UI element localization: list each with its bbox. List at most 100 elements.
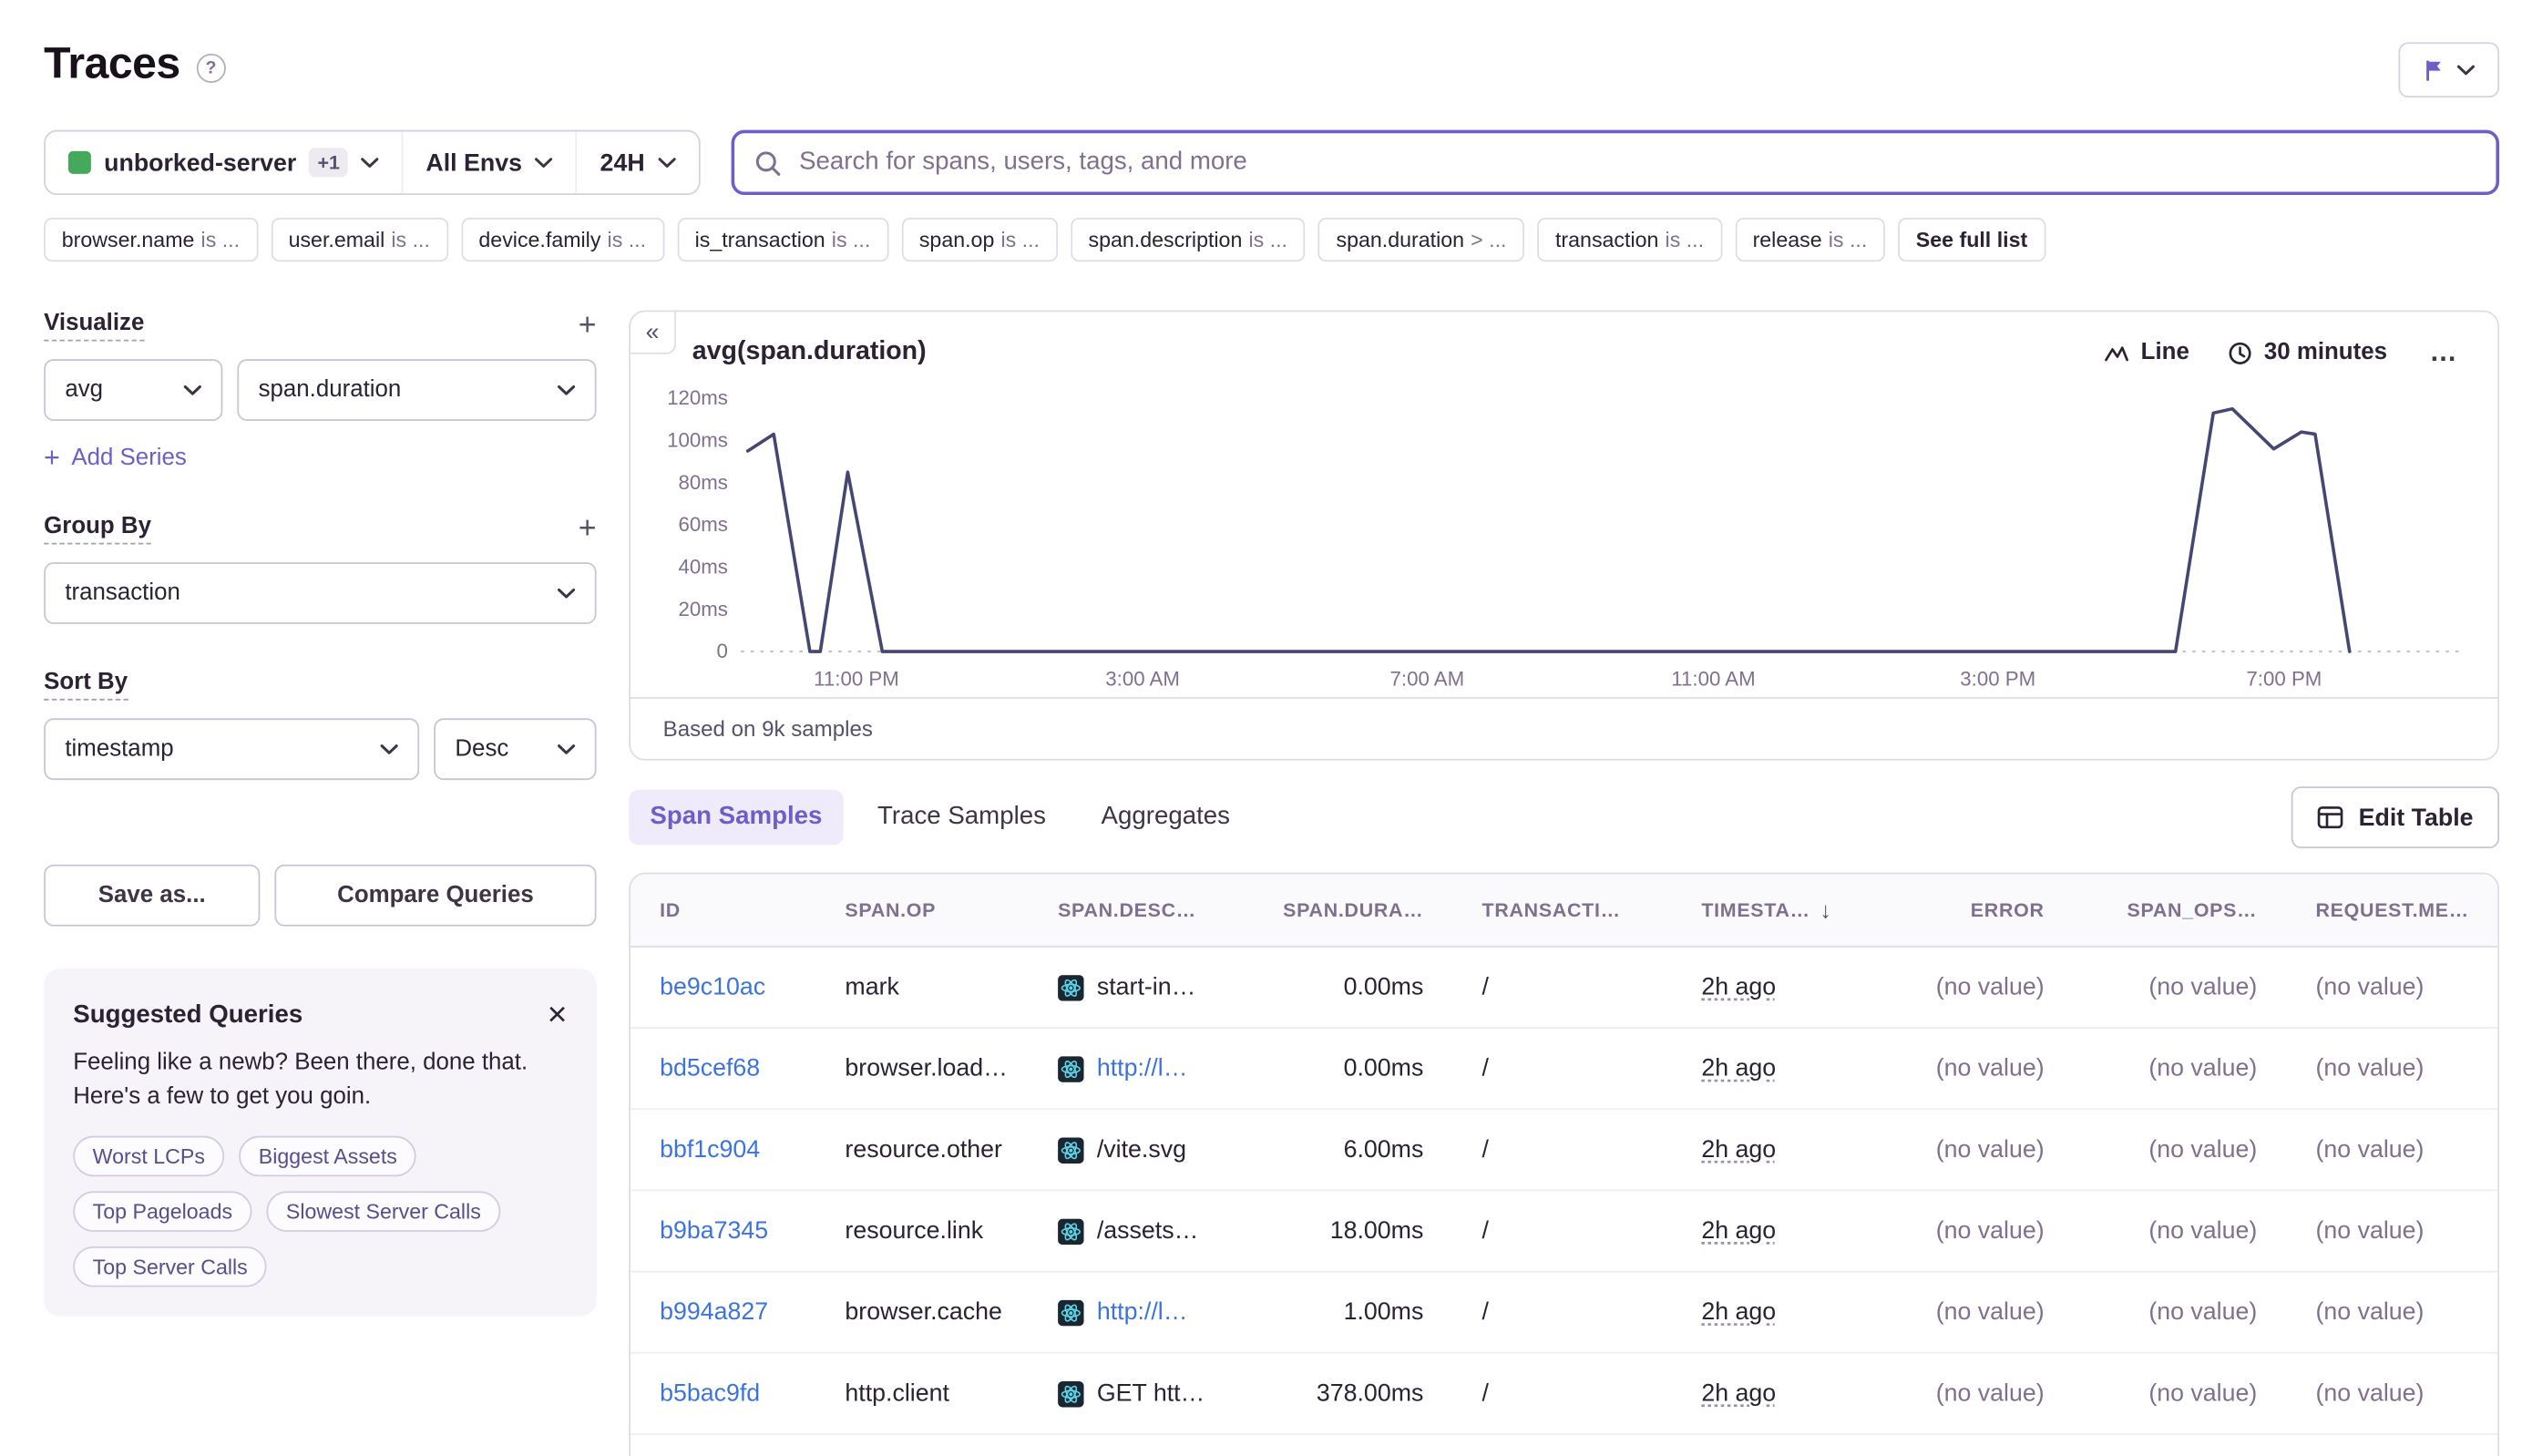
column-header-duration[interactable]: SPAN.DURA…: [1240, 875, 1453, 946]
filter-chip-condition: is ...: [608, 228, 647, 252]
cell-duration: 378.00ms: [1240, 1354, 1453, 1433]
filter-chip[interactable]: span.duration> ...: [1318, 218, 1524, 261]
close-icon[interactable]: ×: [548, 998, 568, 1031]
page-title: Traces: [44, 39, 179, 89]
see-full-list-button[interactable]: See full list: [1898, 218, 2045, 261]
chart-area: 120ms100ms80ms60ms40ms20ms011:00 PM3:00 …: [630, 372, 2497, 697]
project-more-badge: +1: [310, 148, 348, 177]
no-value: (no value): [1936, 1298, 2045, 1326]
no-value: (no value): [1936, 1136, 2045, 1164]
tab-aggregates[interactable]: Aggregates: [1080, 790, 1251, 846]
span-description-link[interactable]: http://l…: [1097, 1298, 1188, 1326]
transaction-value: /: [1482, 1217, 1489, 1245]
filter-chip[interactable]: device.familyis ...: [461, 218, 664, 261]
suggested-queries-chips: Worst LCPs Biggest Assets Top Pageloads Slo…: [73, 1136, 567, 1287]
cell-transaction: /: [1452, 1435, 1672, 1456]
suggested-queries-body: Feeling like a newb? Been there, done th…: [73, 1047, 567, 1115]
op-value: resource.other: [845, 1136, 1001, 1164]
column-header-error[interactable]: ERROR: [1862, 875, 2074, 946]
aggregate-select[interactable]: avg: [44, 359, 222, 421]
date-range-selector[interactable]: 24H: [576, 131, 699, 193]
tab-trace-samples[interactable]: Trace Samples: [856, 790, 1067, 846]
column-header-span_ops[interactable]: SPAN_OPS…: [2074, 875, 2287, 946]
span-id-link[interactable]: b9ba7345: [660, 1217, 768, 1245]
timestamp-value: 2h ago: [1701, 1379, 1776, 1407]
cell-span_ops: (no value): [2074, 1435, 2287, 1456]
app-root: Traces ? unborked-server +1: [0, 0, 2522, 1456]
table-body: be9c10acmarkstart-in…0.00ms/2h ago(no va…: [630, 948, 2497, 1456]
no-value: (no value): [2316, 1217, 2425, 1245]
filter-chip[interactable]: is_transactionis ...: [677, 218, 888, 261]
column-header-transaction[interactable]: TRANSACTI…: [1452, 875, 1672, 946]
span-id-link[interactable]: b5bac9fd: [660, 1379, 760, 1407]
filter-chip[interactable]: transactionis ...: [1537, 218, 1721, 261]
add-group-by-button[interactable]: +: [579, 514, 597, 545]
interval-button[interactable]: 30 minutes: [2219, 333, 2397, 373]
filter-chip-condition: is ...: [391, 228, 430, 252]
chart-title: avg(span.duration): [692, 338, 927, 367]
cell-transaction: /: [1452, 1029, 1672, 1108]
y-tick-label: 20ms: [678, 598, 727, 620]
cell-request: (no value): [2286, 948, 2497, 1027]
cell-id: b5bac9fd: [630, 1354, 815, 1433]
environment-selector[interactable]: All Envs: [402, 131, 576, 193]
span-id-link[interactable]: b994a827: [660, 1298, 768, 1326]
table-row: be9c10acmarkstart-in…0.00ms/2h ago(no va…: [630, 948, 2497, 1029]
help-icon[interactable]: ?: [196, 53, 225, 82]
span-id-link[interactable]: bbf1c904: [660, 1136, 760, 1164]
cell-id: b994a827: [630, 1272, 815, 1351]
table-row: bbf1c904resource.other/vite.svg6.00ms/2h…: [630, 1110, 2497, 1191]
aggregate-field-select[interactable]: span.duration: [237, 359, 596, 421]
span-id-link[interactable]: bd5cef68: [660, 1054, 760, 1082]
span-id-link[interactable]: be9c10ac: [660, 973, 765, 1000]
suggested-query-chip[interactable]: Top Pageloads: [73, 1191, 251, 1232]
chart-type-button[interactable]: Line: [2096, 333, 2199, 373]
cell-timestamp: 2h ago: [1672, 1272, 1862, 1351]
y-tick-label: 40ms: [678, 556, 727, 579]
series-line: [748, 409, 2350, 651]
save-as-button[interactable]: Save as...: [44, 865, 260, 927]
saved-queries-button[interactable]: [2398, 42, 2499, 97]
chevron-down-icon: [361, 157, 379, 168]
column-header-request[interactable]: REQUEST.ME…: [2286, 875, 2497, 946]
chevron-down-icon: [658, 157, 676, 168]
group-by-select[interactable]: transaction: [44, 562, 596, 624]
chart-menu-button[interactable]: …: [2416, 336, 2472, 369]
filter-chip[interactable]: span.descriptionis ...: [1071, 218, 1306, 261]
column-header-desc[interactable]: SPAN.DESC…: [1029, 875, 1240, 946]
sort-direction-select[interactable]: Desc: [434, 718, 596, 780]
cell-op: resource.other: [815, 1110, 1029, 1189]
project-selector[interactable]: unborked-server +1: [46, 131, 402, 193]
column-header-op[interactable]: SPAN.OP: [815, 875, 1029, 946]
timestamp-value: 2h ago: [1701, 1136, 1776, 1164]
edit-table-button[interactable]: Edit Table: [2292, 786, 2500, 848]
column-header-id[interactable]: ID: [630, 875, 815, 946]
favicon: [1058, 1380, 1084, 1407]
filter-chip[interactable]: browser.nameis ...: [44, 218, 258, 261]
add-visualize-button[interactable]: +: [579, 311, 597, 342]
cell-id: b9ba7345: [630, 1191, 815, 1270]
filter-chip[interactable]: releaseis ...: [1735, 218, 1885, 261]
search-input[interactable]: [796, 147, 2477, 179]
sort-field-select[interactable]: timestamp: [44, 718, 419, 780]
cell-duration: 18.00ms: [1240, 1191, 1453, 1270]
add-series-button[interactable]: + Add Series: [44, 444, 187, 471]
column-header-timestamp[interactable]: TIMESTA…↓: [1672, 875, 1862, 946]
cell-id: b41bfb26: [630, 1435, 815, 1456]
collapse-sidebar-button[interactable]: «: [630, 312, 676, 354]
cell-span_ops: (no value): [2074, 1354, 2287, 1433]
interval-label: 30 minutes: [2264, 340, 2387, 366]
chevron-down-icon: [2457, 64, 2476, 75]
suggested-query-chip[interactable]: Worst LCPs: [73, 1136, 224, 1177]
filter-chip[interactable]: user.emailis ...: [271, 218, 448, 261]
suggested-query-chip[interactable]: Slowest Server Calls: [267, 1191, 501, 1232]
cell-error: (no value): [1862, 1191, 2074, 1270]
filter-chip[interactable]: span.opis ...: [901, 218, 1057, 261]
span-description-link[interactable]: http://l…: [1097, 1054, 1188, 1082]
suggested-query-chip[interactable]: Biggest Assets: [239, 1136, 416, 1177]
compare-queries-button[interactable]: Compare Queries: [274, 865, 596, 927]
search-bar[interactable]: [731, 130, 2499, 195]
tab-span-samples[interactable]: Span Samples: [629, 790, 843, 846]
filter-chip-key: span.description: [1089, 228, 1243, 252]
suggested-query-chip[interactable]: Top Server Calls: [73, 1246, 267, 1287]
